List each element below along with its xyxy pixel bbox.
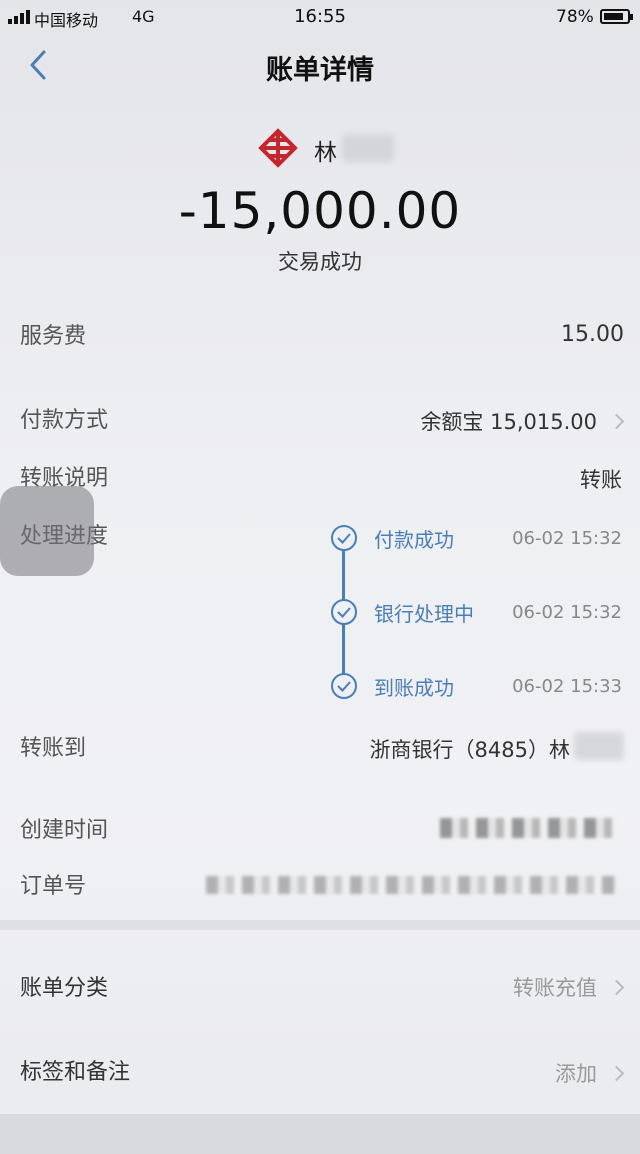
transfer-note-value: 转账 [580, 468, 622, 492]
step-time: 06-02 15:32 [512, 528, 622, 549]
step-time: 06-02 15:32 [512, 602, 622, 623]
created-time-label: 创建时间 [20, 818, 109, 843]
status-bar: 中国移动 4G 16:55 78% [0, 0, 640, 34]
tags-value: 添加 [555, 1062, 597, 1086]
nav-bar: 账单详情 [0, 34, 640, 98]
bottom-area [0, 1114, 640, 1154]
bank-logo-icon [258, 128, 298, 168]
service-fee-value: 15.00 [561, 322, 624, 347]
transfer-to-value: 浙商银行（8485）林 [369, 738, 570, 762]
category-value: 转账充值 [513, 976, 597, 1000]
payment-method-value: 余额宝 15,015.00 [420, 410, 597, 434]
category-row[interactable]: 转账充值 [513, 972, 625, 1002]
progress-step: 付款成功 06-02 15:32 [330, 524, 630, 552]
step-label: 付款成功 [374, 528, 454, 552]
progress-step: 到账成功 06-02 15:33 [330, 672, 630, 700]
check-circle-icon [331, 673, 357, 699]
chevron-right-icon [608, 1065, 625, 1082]
transaction-amount: -15,000.00 [178, 182, 462, 240]
progress-step: 银行处理中 06-02 15:32 [330, 598, 630, 626]
service-fee-label: 服务费 [20, 324, 87, 349]
payment-method-label: 付款方式 [20, 408, 109, 433]
touch-highlight [0, 486, 94, 576]
clock: 16:55 [294, 6, 346, 27]
tags-row[interactable]: 添加 [555, 1058, 625, 1088]
check-circle-icon [331, 599, 357, 625]
battery-icon [600, 9, 633, 24]
order-no-label: 订单号 [20, 874, 87, 899]
redacted-name [342, 134, 394, 162]
chevron-right-icon [608, 413, 625, 430]
battery-percent: 78% [556, 7, 594, 27]
redacted-order-no [206, 876, 616, 894]
section-divider [0, 920, 640, 930]
step-label: 银行处理中 [374, 602, 474, 626]
step-label: 到账成功 [374, 676, 454, 700]
chevron-right-icon [608, 979, 625, 996]
tags-label: 标签和备注 [20, 1060, 131, 1085]
redacted-created-time [440, 818, 616, 838]
payee-name: 林 [314, 140, 337, 166]
page-title: 账单详情 [266, 55, 374, 86]
check-circle-icon [331, 525, 357, 551]
payment-method-row[interactable]: 余额宝 15,015.00 [420, 406, 625, 436]
step-time: 06-02 15:33 [512, 676, 622, 697]
transaction-status: 交易成功 [278, 250, 362, 274]
category-label: 账单分类 [20, 976, 109, 1001]
redacted-name [574, 732, 624, 760]
transfer-to-label: 转账到 [20, 736, 87, 761]
